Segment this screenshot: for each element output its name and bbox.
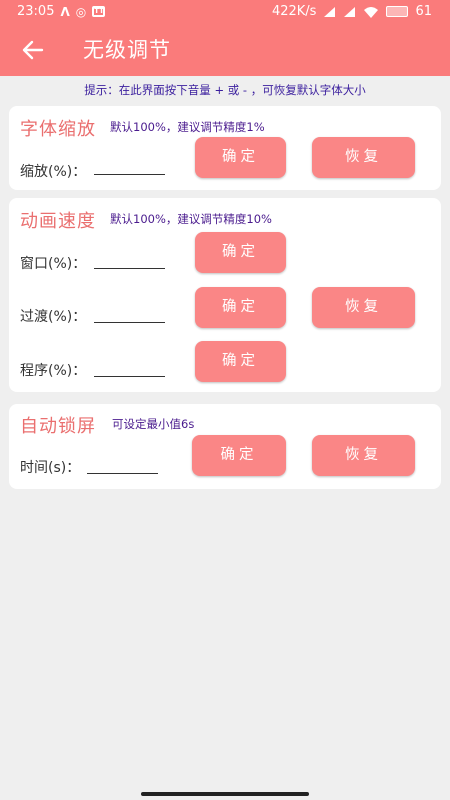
window-scale-label: 窗口(%)：: [20, 256, 87, 272]
lock-time-input[interactable]: [87, 473, 158, 474]
status-time: 23:05: [17, 4, 55, 19]
tt-icon: TT: [92, 6, 106, 17]
font-scale-note: 默认100%，建议调节精度1%: [110, 120, 265, 134]
app-bar: 无级调节: [0, 24, 450, 76]
animator-scale-label: 程序(%)：: [20, 363, 87, 379]
transition-scale-label: 过渡(%)：: [20, 309, 87, 325]
sync-icon: ◎: [75, 4, 87, 19]
wifi-icon: [364, 6, 379, 18]
animation-speed-note: 默认100%，建议调节精度10%: [110, 212, 272, 226]
animation-speed-card: 动画速度 默认100%，建议调节精度10% 窗口(%)： 确定 过渡(%)： 确…: [9, 198, 441, 392]
font-scale-title: 字体缩放: [20, 119, 96, 140]
auto-lock-note: 可设定最小值6s: [112, 417, 195, 431]
battery-icon: [386, 6, 409, 17]
font-scale-confirm-button[interactable]: 确定: [195, 137, 286, 178]
animator-scale-input[interactable]: [94, 376, 165, 377]
page-title: 无级调节: [83, 38, 171, 62]
lock-time-label: 时间(s)：: [20, 460, 81, 476]
font-scale-label: 缩放(%)：: [20, 164, 87, 180]
auto-lock-card: 自动锁屏 可设定最小值6s 时间(s)： 确定 恢复: [9, 404, 441, 489]
auto-lock-title: 自动锁屏: [20, 416, 96, 437]
font-scale-reset-button[interactable]: 恢复: [312, 137, 415, 178]
signal-icon: [344, 6, 356, 17]
a-logo-icon: Λ: [60, 4, 70, 19]
transition-scale-input[interactable]: [94, 322, 165, 323]
signal-icon: [324, 6, 336, 17]
battery-level: 61: [415, 4, 432, 19]
home-indicator[interactable]: [141, 792, 309, 796]
font-scale-input[interactable]: [94, 174, 165, 175]
animation-speed-title: 动画速度: [20, 211, 96, 232]
auto-lock-confirm-button[interactable]: 确定: [192, 435, 286, 476]
auto-lock-reset-button[interactable]: 恢复: [312, 435, 415, 476]
status-bar: 23:05 Λ ◎ TT 422K/s 61: [0, 0, 450, 24]
window-scale-confirm-button[interactable]: 确定: [195, 232, 286, 273]
animator-scale-confirm-button[interactable]: 确定: [195, 341, 286, 382]
window-scale-input[interactable]: [94, 268, 165, 269]
arrow-left-icon[interactable]: [20, 37, 46, 63]
status-bar-left: 23:05 Λ ◎ TT: [17, 4, 106, 19]
font-scale-card: 字体缩放 默认100%，建议调节精度1% 缩放(%)： 确定 恢复: [9, 106, 441, 190]
hint-text: 提示：在此界面按下音量 + 或 - ，可恢复默认字体大小: [84, 83, 366, 97]
status-bar-right: 422K/s 61: [272, 4, 432, 19]
animation-speed-reset-button[interactable]: 恢复: [312, 287, 415, 328]
transition-scale-confirm-button[interactable]: 确定: [195, 287, 286, 328]
net-speed: 422K/s: [271, 4, 317, 19]
